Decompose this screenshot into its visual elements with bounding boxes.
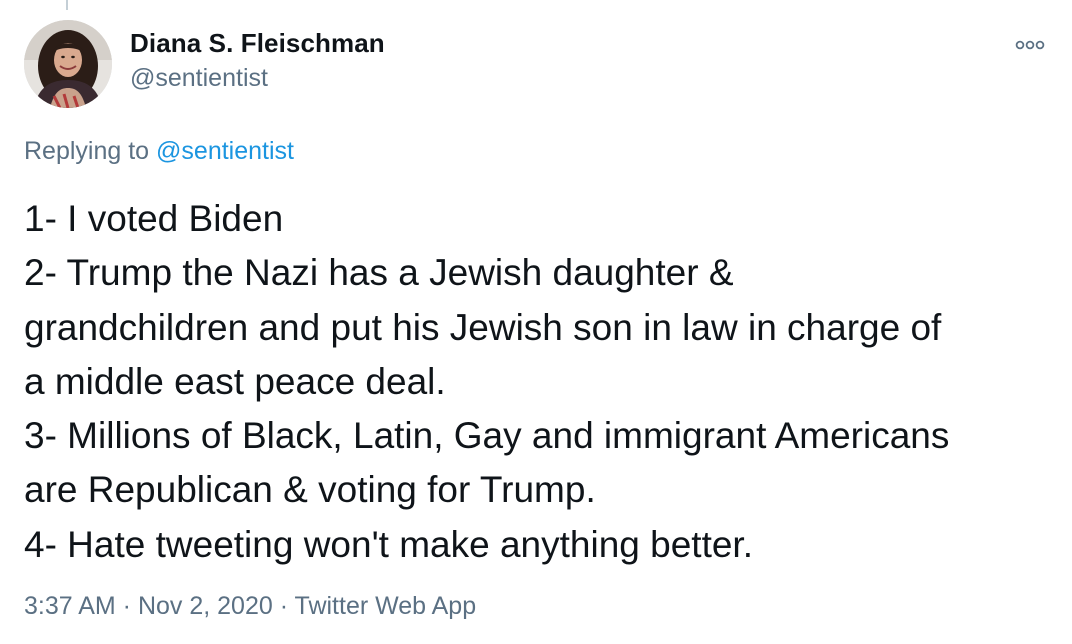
tweet-text-line: 1- I voted Biden: [24, 198, 284, 239]
tweet-date-link[interactable]: Nov 2, 2020: [138, 592, 273, 620]
replying-to-line: Replying to @sentientist: [24, 137, 294, 166]
thread-connector-line: [66, 0, 68, 10]
tweet-source-link[interactable]: Twitter Web App: [295, 592, 477, 620]
tweet-time-link[interactable]: 3:37 AM: [24, 592, 116, 620]
author-handle[interactable]: @sentientist: [130, 64, 268, 93]
profile-photo-icon: [24, 20, 112, 108]
tweet-text-line: 2- Trump the Nazi has a Jewish daughter …: [24, 252, 734, 294]
tweet-text: 1- I voted Biden 2- Trump the Nazi has a…: [24, 192, 1054, 572]
author-name[interactable]: Diana S. Fleischman: [130, 28, 385, 59]
avatar[interactable]: [24, 20, 112, 108]
replying-to-label: Replying to: [24, 137, 157, 165]
more-horizontal-icon: [1015, 40, 1045, 50]
tweet-text-line: 4- Hate tweeting won't make anything bet…: [24, 523, 753, 565]
tweet-text-line: a middle east peace deal.: [24, 360, 446, 402]
meta-separator: ·: [272, 592, 295, 620]
tweet-text-line: 3- Millions of Black, Latin, Gay and imm…: [24, 415, 950, 457]
tweet-metadata: 3:37 AM · Nov 2, 2020 · Twitter Web App: [24, 592, 476, 621]
tweet-text-line: grandchildren and put his Jewish son in …: [24, 306, 942, 348]
meta-separator: ·: [115, 592, 138, 620]
reply-mention-link[interactable]: @sentientist: [156, 137, 294, 165]
more-options-button[interactable]: [1010, 30, 1050, 60]
tweet-text-line: are Republican & voting for Trump.: [24, 469, 596, 511]
